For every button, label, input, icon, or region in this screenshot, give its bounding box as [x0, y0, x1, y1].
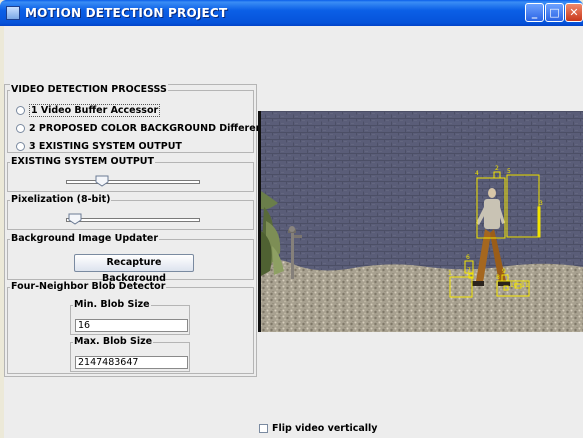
blob-label: 7 [467, 267, 471, 274]
minimize-button[interactable]: _ [525, 3, 544, 22]
blob-label: 8 [496, 274, 500, 281]
existing-output-legend: EXISTING SYSTEM OUTPUT [10, 156, 155, 168]
flip-video-checkbox[interactable]: Flip video vertically [259, 423, 378, 434]
max-blob-size-label: Max. Blob Size [73, 336, 154, 348]
blob-label: 2 [495, 165, 499, 172]
background-updater-legend: Background Image Updater [10, 233, 160, 245]
existing-output-slider-track[interactable] [66, 180, 200, 184]
radio-label: 3 EXISTING SYSTEM OUTPUT [29, 141, 182, 152]
pixelization-legend: Pixelization (8-bit) [10, 194, 112, 206]
radio-circle-icon [16, 106, 25, 115]
close-button[interactable]: ✕ [565, 3, 583, 22]
blob-label: 5 [507, 168, 511, 175]
radio-circle-icon [16, 124, 25, 133]
blob-label: 4 [475, 170, 479, 177]
radio-video-buffer-accessor[interactable]: 1 Video Buffer Accessor [16, 104, 161, 117]
max-blob-size-group: Max. Blob Size 2147483647 [70, 336, 190, 372]
blob-label: 1 [448, 270, 452, 277]
recapture-background-button[interactable]: Recapture Background [74, 254, 194, 284]
control-panel: VIDEO DETECTION PROCESSS 1 Video Buffer … [4, 84, 310, 377]
title-bar: MOTION DETECTION PROJECT _ □ ✕ [0, 0, 583, 26]
blob-label: 10 [510, 282, 518, 289]
background-updater-group: Background Image Updater Recapture Backg… [7, 233, 254, 284]
video-detection-legend: VIDEO DETECTION PROCESSS [10, 84, 168, 96]
pixelization-slider-track[interactable] [66, 218, 200, 222]
blob-label: 9 [502, 268, 506, 275]
min-blob-size-input[interactable]: 16 [75, 319, 188, 332]
checkbox-square-icon [259, 424, 268, 433]
window-title: MOTION DETECTION PROJECT [25, 6, 228, 20]
radio-label: 1 Video Buffer Accessor [29, 104, 161, 117]
gravel-ground [261, 271, 583, 332]
pixelization-slider-thumb[interactable] [68, 213, 82, 225]
maximize-button[interactable]: □ [545, 3, 564, 22]
existing-output-slider-thumb[interactable] [95, 175, 109, 187]
blob-detector-legend: Four-Neighbor Blob Detector [10, 281, 167, 293]
max-blob-size-input[interactable]: 2147483647 [75, 356, 188, 369]
blob-label: 6 [466, 254, 470, 261]
video-display: 4 2 5 3 1 6 7 8 9 10 11 [258, 111, 583, 332]
flip-video-label: Flip video vertically [272, 423, 378, 434]
radio-circle-icon [16, 142, 25, 151]
app-icon [6, 6, 20, 20]
blob-detector-group: Four-Neighbor Blob Detector Min. Blob Si… [7, 281, 254, 374]
video-detection-group: VIDEO DETECTION PROCESSS 1 Video Buffer … [7, 84, 310, 153]
min-blob-size-label: Min. Blob Size [73, 299, 151, 311]
radio-existing-system-output[interactable]: 3 EXISTING SYSTEM OUTPUT [16, 141, 182, 152]
blob-label: 11 [521, 282, 529, 289]
min-blob-size-group: Min. Blob Size 16 [70, 299, 190, 335]
blob-label: 3 [539, 200, 543, 207]
existing-output-group: EXISTING SYSTEM OUTPUT [7, 156, 254, 192]
video-frame: 4 2 5 3 1 6 7 8 9 10 11 [258, 111, 583, 332]
pixelization-group: Pixelization (8-bit) [7, 194, 254, 230]
